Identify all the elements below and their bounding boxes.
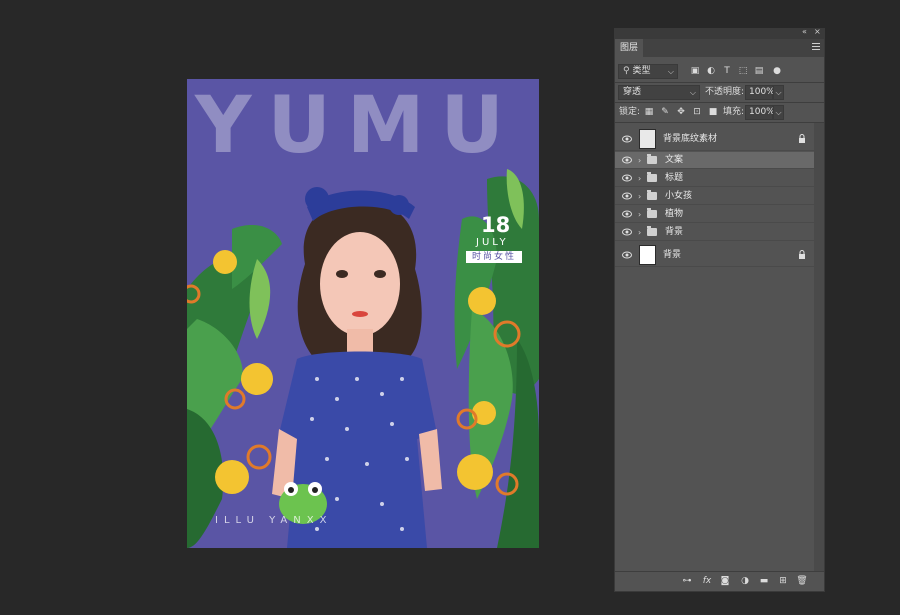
lock-transparent-icon[interactable]: ▦ [643, 105, 655, 120]
visibility-eye-icon[interactable] [622, 192, 632, 200]
cover-title-text: YUMU [195, 81, 520, 171]
layers-panel: 图层 ⚲ 类型 ⌵ ▣ ◐ T ⬚ ▤ ● 穿透 ⌵ 不透明度: 100% ⌵ … [614, 38, 825, 592]
divider [615, 82, 824, 83]
layer-name: 文案 [665, 155, 684, 165]
layer-row[interactable]: › 标题 [615, 170, 814, 187]
mask-icon[interactable]: ◙ [719, 575, 731, 587]
layer-row[interactable]: › 背景 [615, 224, 814, 241]
cover-footer-text: ILLU YANXX [215, 515, 333, 526]
expand-chevron-icon[interactable]: › [638, 206, 641, 223]
layer-row[interactable]: › 小女孩 [615, 188, 814, 205]
opacity-field[interactable]: 100% [745, 85, 775, 100]
lock-brush-icon[interactable]: ✎ [659, 105, 671, 120]
panel-menu-icon[interactable] [812, 43, 820, 51]
expand-chevron-icon[interactable]: › [638, 224, 641, 241]
visibility-eye-icon[interactable] [622, 174, 632, 182]
layer-thumbnail [639, 245, 656, 265]
layers-scrollbar[interactable] [814, 123, 824, 571]
folder-icon [647, 190, 657, 200]
layer-filter-dropdown[interactable]: ⚲ 类型 ⌵ [618, 64, 678, 79]
delete-icon[interactable]: 🗑 [796, 575, 808, 587]
adjustment-filter-icon[interactable]: ◐ [705, 65, 717, 77]
opacity-label: 不透明度: [705, 87, 745, 97]
new-group-icon[interactable]: ▬ [758, 575, 770, 587]
layers-bottom-toolbar: ⊶ fx ◙ ◑ ▬ ⊞ 🗑 [615, 571, 824, 591]
visibility-eye-icon[interactable] [622, 228, 632, 236]
expand-chevron-icon[interactable]: › [638, 170, 641, 187]
shape-filter-icon[interactable]: ⬚ [737, 65, 749, 77]
fill-slider-toggle[interactable]: ⌵ [773, 105, 784, 120]
cover-date-day: 18 [481, 213, 511, 237]
cover-tag-label: 时尚女性 [466, 251, 522, 263]
fill-field[interactable]: 100% [745, 105, 775, 120]
visibility-eye-icon[interactable] [622, 135, 632, 143]
folder-icon [647, 208, 657, 218]
layer-name: 植物 [665, 209, 684, 219]
close-panel-icon[interactable]: × [814, 27, 821, 36]
layer-lock-icon [799, 250, 805, 259]
blend-mode-value: 穿透 [623, 87, 642, 97]
tab-layers[interactable]: 图层 [615, 39, 643, 57]
chevron-down-icon: ⌵ [689, 88, 696, 97]
chevron-down-icon: ⌵ [667, 67, 674, 76]
folder-icon [647, 226, 657, 236]
visibility-eye-icon[interactable] [622, 251, 632, 259]
panel-title-bar: « × [614, 27, 825, 38]
link-layers-icon[interactable]: ⊶ [681, 575, 693, 587]
type-filter-icon[interactable]: T [721, 65, 733, 77]
search-icon: ⚲ [623, 66, 630, 76]
layer-name: 标题 [665, 173, 684, 183]
opacity-slider-toggle[interactable]: ⌵ [773, 85, 784, 100]
smart-object-filter-icon[interactable]: ▤ [753, 65, 765, 77]
layer-row[interactable]: 背景 [615, 243, 814, 267]
lock-all-icon[interactable]: ■ [707, 105, 719, 120]
document-canvas[interactable]: YUMU 18 JULY 时尚女性 ILLU YANXX [187, 79, 539, 548]
folder-icon [647, 154, 657, 164]
adjustment-layer-icon[interactable]: ◑ [739, 575, 751, 587]
lock-label: 锁定: [619, 107, 641, 117]
layer-name: 小女孩 [665, 191, 693, 201]
layer-row[interactable]: 背景底纹素材 [615, 127, 814, 151]
layer-thumbnail [639, 129, 656, 149]
visibility-eye-icon[interactable] [622, 156, 632, 164]
fx-icon[interactable]: fx [701, 575, 713, 587]
layer-name: 背景 [663, 250, 682, 260]
blend-mode-dropdown[interactable]: 穿透 ⌵ [618, 85, 700, 100]
cover-date-month: JULY [476, 237, 509, 248]
layer-name: 背景底纹素材 [663, 134, 718, 144]
fill-label: 填充: [723, 107, 745, 117]
visibility-eye-icon[interactable] [622, 210, 632, 218]
expand-chevron-icon[interactable]: › [638, 188, 641, 205]
lock-move-icon[interactable]: ✥ [675, 105, 687, 120]
collapse-panel-icon[interactable]: « [802, 27, 807, 36]
expand-chevron-icon[interactable]: › [638, 152, 641, 169]
image-filter-icon[interactable]: ▣ [689, 65, 701, 77]
layer-row[interactable]: › 文案 [615, 152, 814, 169]
layer-lock-icon [799, 134, 805, 143]
filter-toggle-icon[interactable]: ● [773, 65, 781, 77]
photoshop-workspace: YUMU 18 JULY 时尚女性 ILLU YANXX « × 图层 ⚲ 类型… [0, 0, 900, 615]
layer-row[interactable]: › 植物 [615, 206, 814, 223]
divider [615, 102, 824, 103]
new-layer-icon[interactable]: ⊞ [777, 575, 789, 587]
lock-artboard-icon[interactable]: ⊡ [691, 105, 703, 120]
layer-name: 背景 [665, 227, 684, 237]
panel-tab-strip: 图层 [615, 39, 824, 57]
folder-icon [647, 172, 657, 182]
layer-filter-value: 类型 [632, 66, 651, 76]
divider [615, 122, 824, 123]
